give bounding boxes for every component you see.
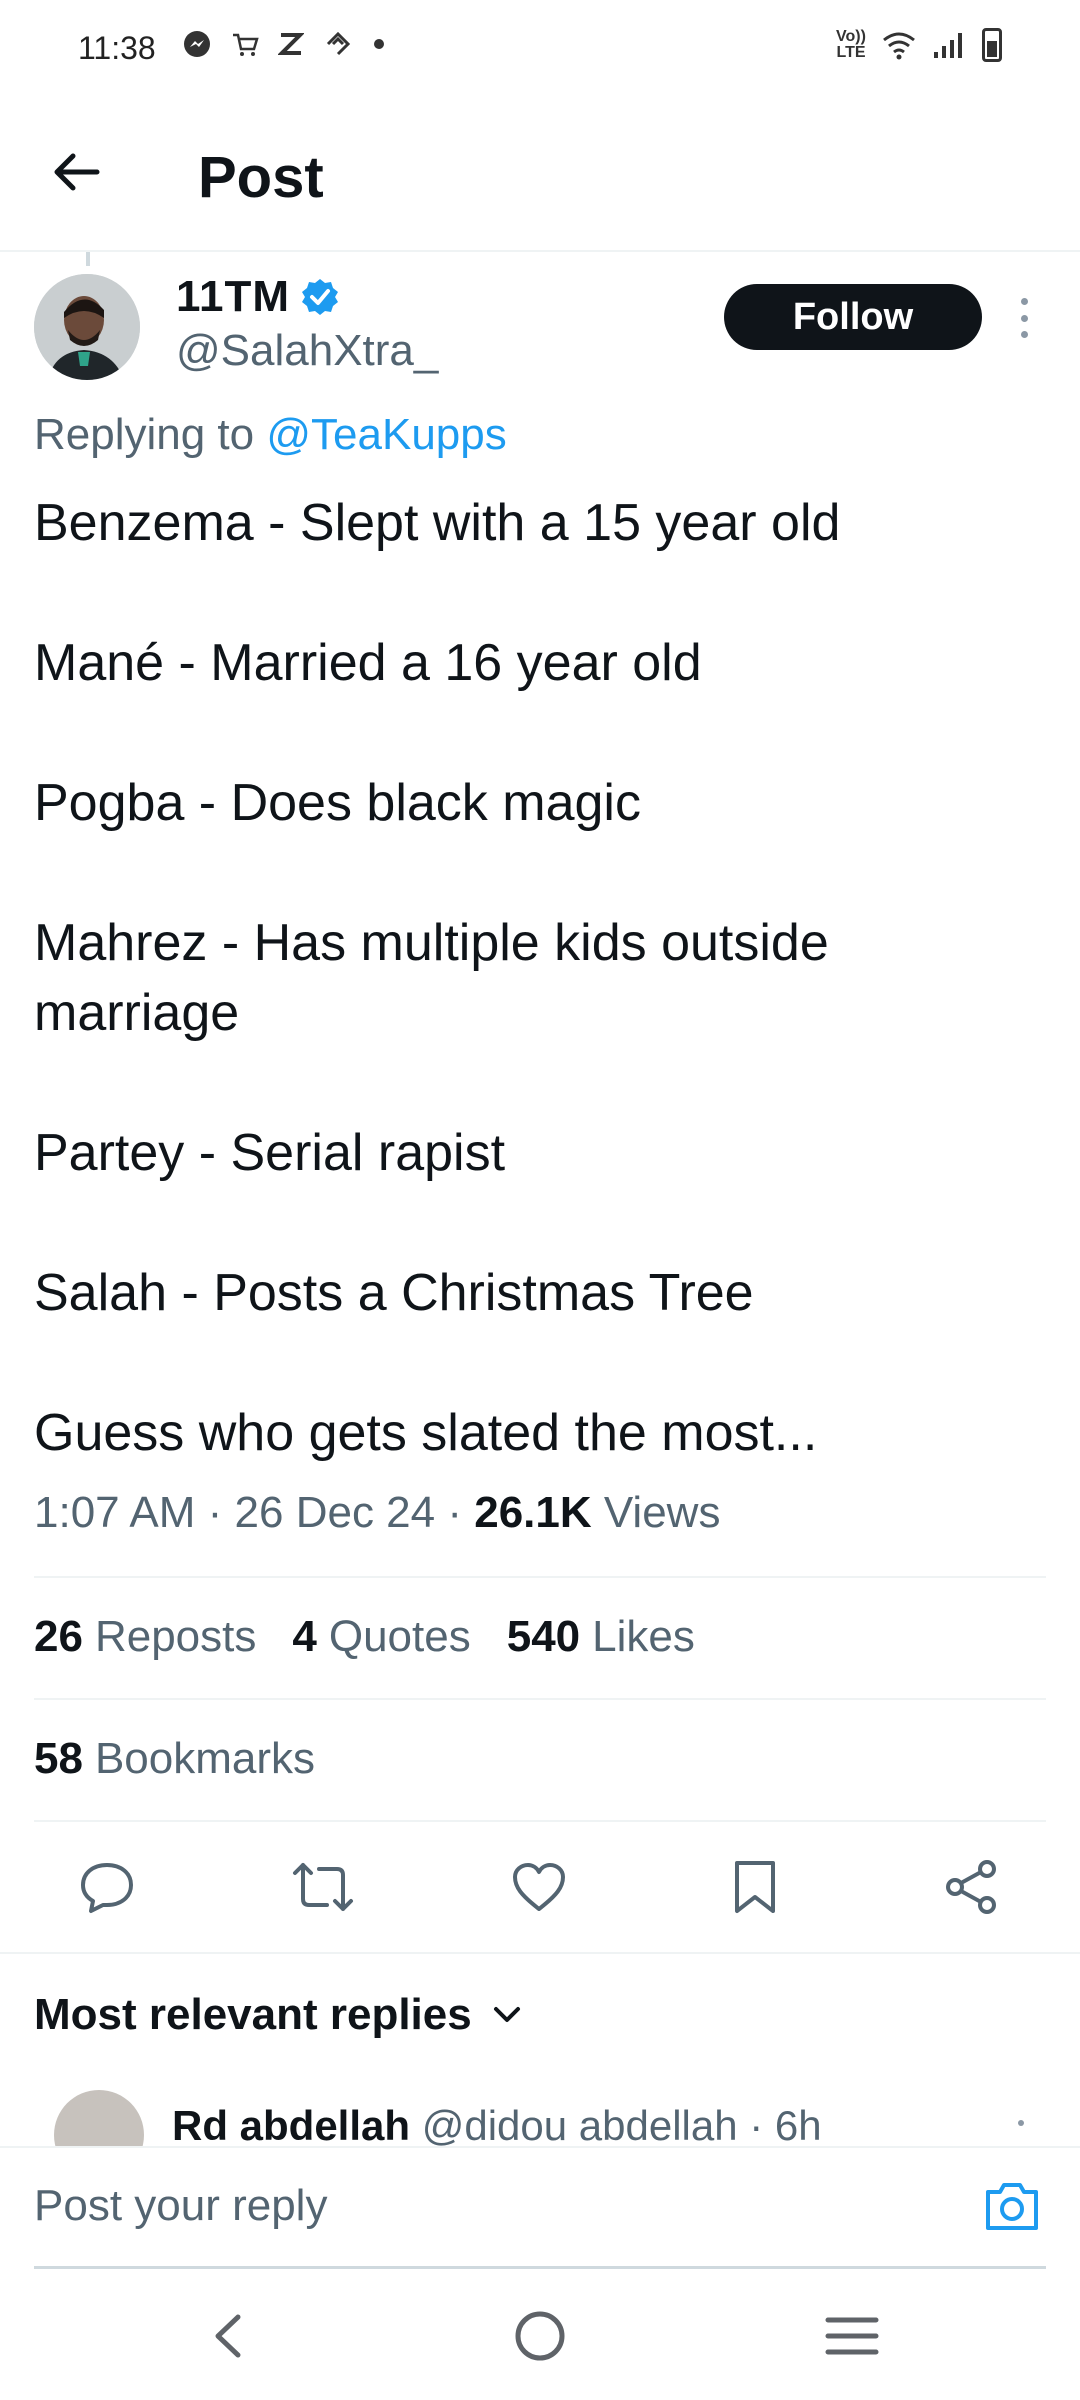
back-button[interactable] — [44, 140, 108, 204]
reply-input[interactable] — [34, 2174, 934, 2238]
bookmarks-label: Bookmarks — [94, 1734, 316, 1783]
repost-icon — [293, 1863, 353, 1911]
battery-icon — [982, 28, 1002, 62]
volte-icon: Vo)) LTE — [836, 28, 866, 61]
reddit-icon — [326, 31, 351, 56]
signal-icon — [934, 33, 962, 58]
replying-to-mention[interactable]: @TeaKupps — [266, 410, 506, 459]
replies-sort-label: Most relevant replies — [34, 1990, 472, 2039]
post-line: Partey - Serial rapist — [34, 1124, 506, 1182]
bookmark-icon — [735, 1861, 775, 1913]
reposts-count: 26 — [34, 1612, 83, 1661]
share-icon — [946, 1860, 996, 1914]
reply-author[interactable]: Rd abdellah @didou abdellah · 6h — [172, 2102, 822, 2146]
chevron-down-icon — [493, 2007, 520, 2022]
reply-more-icon[interactable] — [1018, 2120, 1024, 2126]
reposts-label: Reposts — [94, 1612, 257, 1661]
nav-recents-button[interactable] — [812, 2296, 892, 2376]
likes-stat[interactable]: 540 Likes — [507, 1612, 695, 1662]
replying-to: Replying to @TeaKupps — [34, 410, 507, 460]
z-icon — [278, 33, 304, 55]
post-line: Salah - Posts a Christmas Tree — [34, 1264, 754, 1322]
likes-label: Likes — [592, 1612, 695, 1661]
menu-icon — [825, 2317, 879, 2355]
post-timestamp[interactable]: 1:07 AM · 26 Dec 24 · — [34, 1488, 474, 1537]
reposts-stat[interactable]: 26 Reposts — [34, 1612, 256, 1662]
post-line: Benzema - Slept with a 15 year old — [34, 494, 841, 552]
divider — [34, 1820, 1046, 1822]
thread-connector — [86, 252, 90, 266]
reply-item[interactable]: Rd abdellah @didou abdellah · 6h — [0, 2080, 1080, 2146]
camera-button[interactable] — [982, 2178, 1042, 2234]
nav-home-button[interactable] — [500, 2296, 580, 2376]
post-meta: 1:07 AM · 26 Dec 24 · 26.1K Views — [34, 1488, 720, 1538]
author-avatar[interactable] — [34, 274, 140, 380]
reply-avatar[interactable] — [54, 2090, 144, 2146]
divider — [34, 1576, 1046, 1578]
arrow-left-icon — [54, 153, 100, 191]
system-nav-bar — [0, 2266, 1080, 2400]
repost-button[interactable] — [286, 1850, 360, 1924]
page-title: Post — [198, 145, 324, 210]
reply-author-handle: @didou abdellah · 6h — [421, 2102, 822, 2146]
share-button[interactable] — [934, 1850, 1008, 1924]
divider — [0, 1952, 1080, 1954]
quotes-count: 4 — [292, 1612, 317, 1661]
post-text: Benzema - Slept with a 15 year old Mané … — [34, 488, 1044, 1468]
like-icon — [513, 1863, 565, 1911]
reply-icon — [81, 1863, 133, 1913]
home-circle-icon — [515, 2311, 565, 2361]
likes-count: 540 — [506, 1612, 581, 1661]
reply-composer — [0, 2146, 1080, 2269]
avatar-image — [34, 274, 140, 380]
replies-sort-dropdown[interactable]: Most relevant replies — [34, 1990, 522, 2040]
divider — [34, 1698, 1046, 1700]
quotes-stat[interactable]: 4 Quotes — [292, 1612, 470, 1662]
wifi-icon — [883, 32, 915, 60]
bookmarks-stat[interactable]: 58 Bookmarks — [34, 1734, 315, 1784]
views-count: 26.1K — [474, 1488, 592, 1537]
action-bar — [0, 1850, 1080, 1924]
messenger-icon — [184, 31, 210, 57]
verified-badge-icon — [302, 279, 339, 315]
author-name-row[interactable]: 11TM — [176, 272, 340, 322]
post-line: Mané - Married a 16 year old — [34, 634, 702, 692]
more-options-icon[interactable] — [1010, 290, 1038, 346]
author-name[interactable]: 11TM — [176, 272, 290, 322]
post-line: Pogba - Does black magic — [34, 774, 641, 832]
status-time: 11:38 — [78, 30, 156, 66]
cart-icon — [233, 33, 259, 56]
status-bar: 11:38 Vo)) LTE — [0, 0, 1080, 100]
dot-icon — [374, 39, 384, 49]
system-icons: Vo)) LTE — [836, 28, 1002, 62]
views-label: Views — [603, 1488, 721, 1537]
top-app-bar: Post — [0, 100, 1080, 252]
post-line: Mahrez - Has multiple kids outside marri… — [34, 914, 829, 1042]
author-handle[interactable]: @SalahXtra_ — [176, 326, 438, 376]
chevron-left-icon — [215, 2314, 241, 2358]
reply-button[interactable] — [70, 1850, 144, 1924]
camera-icon — [986, 2183, 1038, 2230]
nav-back-button[interactable] — [188, 2296, 268, 2376]
follow-button[interactable]: Follow — [724, 284, 982, 350]
post-line: Guess who gets slated the most... — [34, 1404, 818, 1462]
engagement-stats: 26 Reposts 4 Quotes 540 Likes — [34, 1612, 695, 1662]
notification-icons — [182, 28, 386, 60]
quotes-label: Quotes — [328, 1612, 471, 1661]
reply-author-name: Rd abdellah — [172, 2102, 411, 2146]
bookmarks-count: 58 — [34, 1734, 83, 1783]
like-button[interactable] — [502, 1850, 576, 1924]
bookmark-button[interactable] — [718, 1850, 792, 1924]
replying-prefix: Replying to — [34, 410, 255, 459]
